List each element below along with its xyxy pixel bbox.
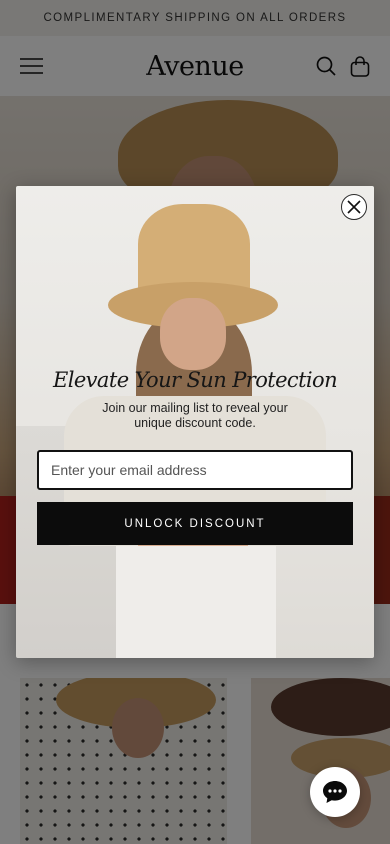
chat-button[interactable] [310, 767, 360, 817]
unlock-discount-button[interactable]: UNLOCK DISCOUNT [37, 502, 353, 545]
popup-title: Elevate Your Sun Protection [53, 368, 338, 392]
email-input[interactable] [37, 450, 353, 490]
close-button[interactable] [341, 194, 367, 220]
newsletter-popup: Elevate Your Sun Protection Join our mai… [16, 186, 374, 658]
chat-icon [322, 780, 348, 804]
close-icon [347, 200, 361, 214]
popup-subtitle: Join our mailing list to reveal your uni… [102, 401, 288, 430]
